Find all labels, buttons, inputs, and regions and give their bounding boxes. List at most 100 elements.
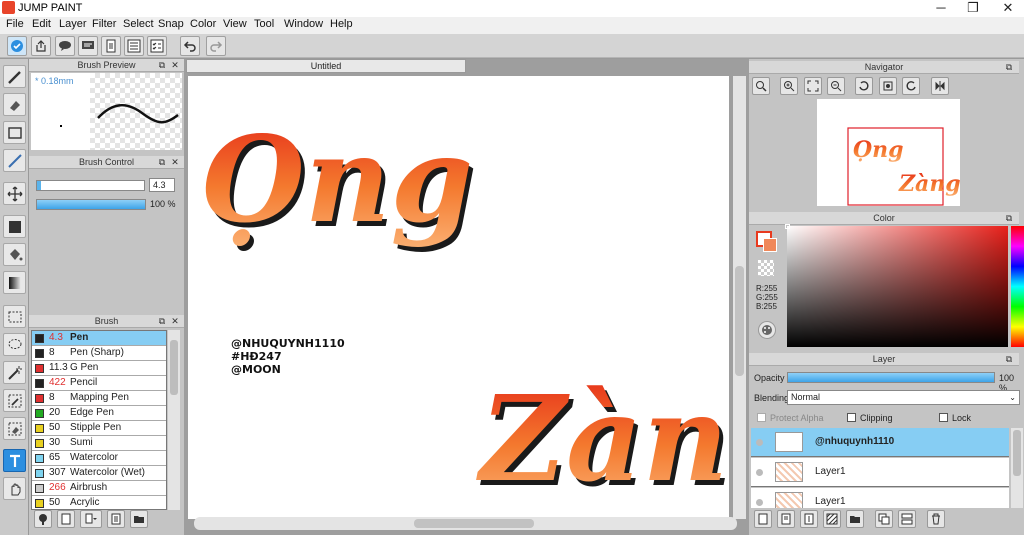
layer-tone-button[interactable]: [823, 510, 841, 528]
popout-icon[interactable]: ⧉: [157, 60, 167, 70]
maximize-button[interactable]: ❐: [958, 0, 988, 17]
menu-view[interactable]: View: [223, 18, 247, 30]
fit-button[interactable]: [804, 77, 822, 95]
visibility-icon[interactable]: [756, 469, 763, 476]
chat-button[interactable]: [78, 36, 98, 56]
rect-select-tool[interactable]: [3, 305, 26, 328]
menu-help[interactable]: Help: [330, 18, 353, 30]
layer-row[interactable]: @nhuquynh1110: [751, 428, 1009, 457]
brush-item[interactable]: 20 Edge Pen: [32, 406, 166, 421]
layer-1bit-button[interactable]: [800, 510, 818, 528]
brush-size-slider[interactable]: [36, 180, 145, 191]
clipping-checkbox[interactable]: Clipping: [847, 413, 893, 423]
brush-list-scrollbar[interactable]: [168, 330, 180, 510]
select-pen-tool[interactable]: [3, 389, 26, 412]
hue-slider[interactable]: [1011, 226, 1024, 347]
menu-window[interactable]: Window: [284, 18, 323, 30]
menu-select[interactable]: Select: [123, 18, 154, 30]
magic-wand-tool[interactable]: [3, 361, 26, 384]
brush-size-field[interactable]: 4.3: [149, 178, 175, 192]
gradient-tool[interactable]: [3, 271, 26, 294]
brush-tree-button[interactable]: [34, 510, 52, 528]
popout-icon[interactable]: ⧉: [157, 316, 167, 326]
blending-select[interactable]: Normal ⌄: [787, 390, 1020, 405]
menu-snap[interactable]: Snap: [158, 18, 184, 30]
scroll-thumb[interactable]: [1013, 430, 1021, 476]
brush-item[interactable]: 307 Watercolor (Wet): [32, 466, 166, 481]
export-button[interactable]: [31, 36, 51, 56]
menu-tool[interactable]: Tool: [254, 18, 274, 30]
list-button[interactable]: [124, 36, 144, 56]
scroll-thumb[interactable]: [735, 266, 744, 376]
rotate-right-button[interactable]: [902, 77, 920, 95]
rectangle-tool[interactable]: [3, 121, 26, 144]
brush-item[interactable]: 50 Stipple Pen: [32, 421, 166, 436]
visibility-icon[interactable]: [756, 499, 763, 506]
color-picker-field[interactable]: [787, 226, 1008, 347]
canvas-hscrollbar[interactable]: [194, 517, 737, 530]
brush-item[interactable]: 266 Airbrush: [32, 481, 166, 496]
pen-tool[interactable]: [3, 65, 26, 88]
panel-close-icon[interactable]: ✕: [170, 316, 180, 326]
zoom-minus-button[interactable]: [827, 77, 845, 95]
rotate-left-button[interactable]: [855, 77, 873, 95]
minimize-button[interactable]: ─: [926, 0, 956, 17]
hand-tool[interactable]: [3, 477, 26, 500]
lock-checkbox[interactable]: Lock: [939, 413, 971, 423]
layer-merge-button[interactable]: [898, 510, 916, 528]
layer-folder-button[interactable]: [846, 510, 864, 528]
select-eraser-tool[interactable]: [3, 417, 26, 440]
menu-edit[interactable]: Edit: [32, 18, 51, 30]
brush-item[interactable]: 65 Watercolor: [32, 451, 166, 466]
brush-item[interactable]: 4.3 Pen: [32, 331, 166, 346]
panel-close-icon[interactable]: ✕: [170, 157, 180, 167]
color-picker-cursor[interactable]: [785, 224, 790, 229]
protect-alpha-checkbox[interactable]: Protect Alpha: [757, 413, 824, 423]
brush-line-tool[interactable]: [3, 149, 26, 172]
brush-item[interactable]: 8 Mapping Pen: [32, 391, 166, 406]
visibility-icon[interactable]: [756, 439, 763, 446]
eraser-tool[interactable]: [3, 93, 26, 116]
canvas-vscrollbar[interactable]: [733, 76, 746, 519]
flip-button[interactable]: [931, 77, 949, 95]
comment-button[interactable]: [55, 36, 75, 56]
panel-close-icon[interactable]: ✕: [170, 60, 180, 70]
undo-button[interactable]: [180, 36, 200, 56]
menu-color[interactable]: Color: [190, 18, 216, 30]
menu-file[interactable]: File: [6, 18, 24, 30]
brush-folder-button[interactable]: [130, 510, 148, 528]
layer-duplicate-button[interactable]: [875, 510, 893, 528]
popout-icon[interactable]: ⧉: [1004, 62, 1014, 72]
layer-delete-button[interactable]: [927, 510, 945, 528]
bucket-tool[interactable]: [3, 243, 26, 266]
redo-button[interactable]: [206, 36, 226, 56]
new-layer-button[interactable]: [754, 510, 772, 528]
brush-item[interactable]: 11.3 G Pen: [32, 361, 166, 376]
color-palette-button[interactable]: [758, 321, 776, 339]
brush-item[interactable]: 422 Pencil: [32, 376, 166, 391]
brush-opacity-slider[interactable]: [36, 199, 146, 210]
fill-rect-tool[interactable]: [3, 215, 26, 238]
popout-icon[interactable]: ⧉: [1004, 354, 1014, 364]
layer-opacity-slider[interactable]: [787, 372, 995, 383]
layer-row[interactable]: Layer1: [751, 488, 1009, 508]
brush-edit-button[interactable]: [107, 510, 125, 528]
menu-filter[interactable]: Filter: [92, 18, 116, 30]
transparent-swatch[interactable]: [758, 260, 774, 276]
popout-icon[interactable]: ⧉: [1004, 213, 1014, 223]
brush-item[interactable]: 30 Sumi: [32, 436, 166, 451]
menu-layer[interactable]: Layer: [59, 18, 87, 30]
text-tool[interactable]: [3, 449, 26, 472]
drawing-canvas[interactable]: Ọng Ọng Zàng Zàng @NHUQUYNH1110 #HĐ247 @…: [188, 76, 729, 519]
close-button[interactable]: ✕: [993, 0, 1023, 17]
new-brush-button[interactable]: [57, 510, 75, 528]
lasso-tool[interactable]: [3, 333, 26, 356]
scroll-thumb[interactable]: [414, 519, 534, 528]
rotate-reset-button[interactable]: [879, 77, 897, 95]
popout-icon[interactable]: ⧉: [157, 157, 167, 167]
brush-item[interactable]: 8 Pen (Sharp): [32, 346, 166, 361]
scroll-thumb[interactable]: [170, 340, 178, 395]
zoom-in-button[interactable]: [752, 77, 770, 95]
brush-item[interactable]: 50 Acrylic: [32, 496, 166, 509]
sub-color-swatch[interactable]: [763, 238, 777, 252]
